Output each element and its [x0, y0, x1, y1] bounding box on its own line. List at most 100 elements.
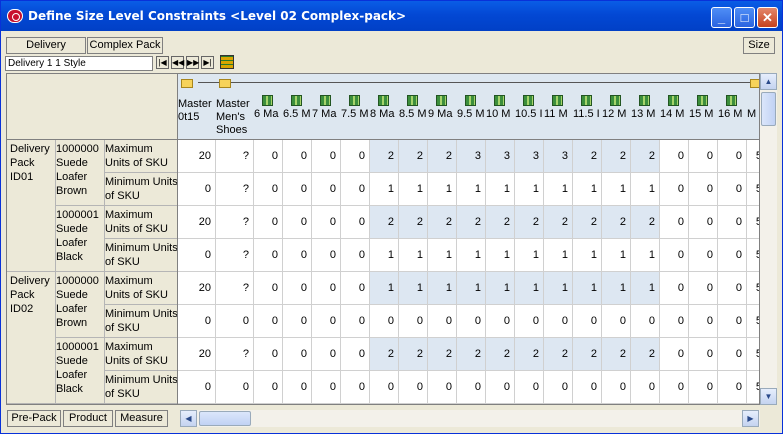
grid-cell[interactable]: 0: [399, 371, 428, 404]
grid-cell[interactable]: 1: [515, 173, 544, 206]
grid-cell[interactable]: 2: [399, 338, 428, 371]
grid-cell[interactable]: 0: [718, 371, 747, 404]
grid-cell[interactable]: 0: [312, 239, 341, 272]
grid-cell[interactable]: ?: [216, 173, 254, 206]
vertical-scrollbar[interactable]: ▲ ▼: [760, 73, 777, 405]
grid-cell[interactable]: 0: [283, 206, 312, 239]
grid-cell[interactable]: 2: [486, 206, 515, 239]
grid-cell[interactable]: 1: [370, 239, 399, 272]
column-header[interactable]: 7 Ma: [312, 74, 341, 139]
grid-cell[interactable]: 0: [660, 173, 689, 206]
grid-cell[interactable]: 0: [689, 371, 718, 404]
first-page-icon[interactable]: |◀: [156, 56, 169, 69]
grid-cell[interactable]: 0: [254, 338, 283, 371]
grid-cell[interactable]: 0: [178, 239, 216, 272]
grid-cell[interactable]: 2: [399, 206, 428, 239]
grid-cell[interactable]: 1: [631, 173, 660, 206]
grid-cell[interactable]: 1: [602, 173, 631, 206]
grid-cell[interactable]: 2: [515, 206, 544, 239]
grid-cell[interactable]: 0: [660, 305, 689, 338]
title-bar[interactable]: Define Size Level Constraints <Level 02 …: [1, 1, 782, 31]
last-page-icon[interactable]: ▶|: [201, 56, 214, 69]
grid-cell[interactable]: 0: [283, 239, 312, 272]
scroll-down-icon[interactable]: ▼: [760, 388, 777, 405]
grid-cell[interactable]: 0: [689, 239, 718, 272]
column-header[interactable]: 10 M: [486, 74, 515, 139]
grid-cell[interactable]: 1: [486, 173, 515, 206]
grid-cell[interactable]: 0: [689, 272, 718, 305]
grid-cell[interactable]: 2: [602, 140, 631, 173]
grid-cell[interactable]: 0: [718, 305, 747, 338]
grid-cell[interactable]: 0: [178, 371, 216, 404]
grid-cell[interactable]: 1: [457, 239, 486, 272]
scroll-up-icon[interactable]: ▲: [760, 73, 777, 90]
grid-cell[interactable]: 0: [341, 239, 370, 272]
grid-cell[interactable]: 1: [428, 272, 457, 305]
grid-cell[interactable]: 0: [254, 305, 283, 338]
grid-cell[interactable]: 0: [718, 338, 747, 371]
column-header[interactable]: 6.5 M: [283, 74, 312, 139]
grid-cell[interactable]: 0: [283, 338, 312, 371]
column-header[interactable]: 10.5 I: [515, 74, 544, 139]
grid-cell[interactable]: 2: [399, 140, 428, 173]
column-header[interactable]: 12 M: [602, 74, 631, 139]
grid-cell[interactable]: 0: [254, 206, 283, 239]
pre-pack-tab[interactable]: Pre-Pack: [7, 410, 61, 427]
grid-cell[interactable]: 0: [718, 140, 747, 173]
column-header[interactable]: Master Men's Shoes: [216, 74, 254, 139]
grid-cell[interactable]: 5: [747, 338, 759, 371]
grid-cell[interactable]: 0: [457, 305, 486, 338]
grid-cell[interactable]: 1: [602, 239, 631, 272]
grid-cell[interactable]: 1: [370, 173, 399, 206]
grid-cell[interactable]: 0: [689, 305, 718, 338]
grid-cell[interactable]: 20: [178, 140, 216, 173]
grid-cell[interactable]: 2: [631, 140, 660, 173]
grid-cell[interactable]: 0: [573, 371, 602, 404]
grid-cell[interactable]: 20: [178, 338, 216, 371]
grid-cell[interactable]: 20: [178, 206, 216, 239]
grid-cell[interactable]: 3: [515, 140, 544, 173]
next-page-icon[interactable]: ▶▶: [186, 56, 199, 69]
grid-cell[interactable]: 0: [178, 305, 216, 338]
grid-cell[interactable]: 0: [631, 371, 660, 404]
grid-cell[interactable]: 5: [747, 173, 759, 206]
grid-cell[interactable]: 1: [486, 272, 515, 305]
grid-cell[interactable]: 0: [544, 371, 573, 404]
grid-cell[interactable]: 1: [573, 272, 602, 305]
column-header[interactable]: Master 0t15: [178, 74, 216, 139]
grid-cell[interactable]: 2: [457, 338, 486, 371]
grid-cell[interactable]: 0: [312, 272, 341, 305]
grid-cell[interactable]: 1: [370, 272, 399, 305]
grid-cell[interactable]: ?: [216, 140, 254, 173]
grid-cell[interactable]: 0: [689, 206, 718, 239]
grid-cell[interactable]: 2: [428, 206, 457, 239]
column-header[interactable]: 6 Ma: [254, 74, 283, 139]
grid-cell[interactable]: 0: [312, 173, 341, 206]
grid-cell[interactable]: 0: [515, 305, 544, 338]
column-header[interactable]: 8 Ma: [370, 74, 399, 139]
grid-cell[interactable]: 1: [399, 272, 428, 305]
grid-cell[interactable]: ?: [216, 272, 254, 305]
grid-cell[interactable]: 0: [283, 272, 312, 305]
grid-cell[interactable]: 1: [573, 239, 602, 272]
grid-cell[interactable]: 0: [341, 140, 370, 173]
grid-cell[interactable]: 2: [544, 206, 573, 239]
grid-cell[interactable]: 20: [178, 272, 216, 305]
grid-cell[interactable]: 0: [660, 338, 689, 371]
grid-cell[interactable]: 1: [515, 272, 544, 305]
grid-cell[interactable]: 0: [718, 173, 747, 206]
grid-cell[interactable]: 0: [283, 140, 312, 173]
grid-cell[interactable]: ?: [216, 338, 254, 371]
column-header[interactable]: 14 M: [660, 74, 689, 139]
grid-cell[interactable]: 1: [631, 272, 660, 305]
grid-cell[interactable]: 0: [254, 173, 283, 206]
grid-cell[interactable]: 1: [399, 239, 428, 272]
grid-cell[interactable]: 0: [689, 140, 718, 173]
grid-cell[interactable]: 2: [631, 206, 660, 239]
grid-cell[interactable]: ?: [216, 239, 254, 272]
grid-cell[interactable]: 2: [544, 338, 573, 371]
grid-cell[interactable]: 5: [747, 272, 759, 305]
grid-cell[interactable]: 0: [254, 371, 283, 404]
grid-cell[interactable]: 0: [254, 239, 283, 272]
grid-cell[interactable]: 2: [457, 206, 486, 239]
